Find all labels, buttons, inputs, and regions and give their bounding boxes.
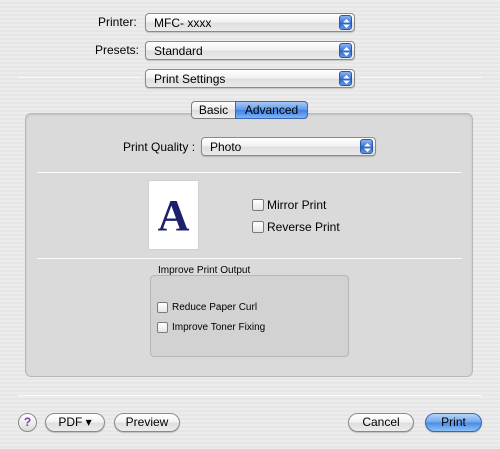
print-quality-label: Print Quality : — [123, 140, 196, 154]
reduce-paper-curl-checkbox[interactable] — [157, 302, 168, 313]
mirror-print-label: Mirror Print — [267, 198, 327, 212]
preview-button[interactable]: Preview — [114, 413, 180, 432]
presets-popup[interactable]: Standard — [145, 41, 355, 60]
question-mark-icon[interactable]: ? — [18, 413, 37, 432]
up-down-arrows-icon — [339, 71, 352, 86]
presets-value: Standard — [154, 44, 203, 58]
tab-advanced[interactable]: Advanced — [235, 101, 308, 119]
improve-print-output-group — [150, 275, 349, 357]
mirror-print-checkbox[interactable] — [252, 199, 264, 211]
improve-toner-fixing-checkbox[interactable] — [157, 322, 168, 333]
reverse-print-label: Reverse Print — [267, 220, 340, 234]
print-quality-popup[interactable]: Photo — [201, 137, 376, 156]
printer-label: Printer: — [98, 15, 137, 29]
print-button[interactable]: Print — [425, 413, 482, 432]
printer-popup[interactable]: MFC- xxxx — [145, 13, 355, 32]
reverse-print-checkbox[interactable] — [252, 221, 264, 233]
footer-divider — [18, 395, 482, 396]
print-quality-value: Photo — [210, 140, 242, 154]
separator-line — [360, 77, 482, 78]
print-settings-value: Print Settings — [154, 72, 226, 86]
printer-value: MFC- xxxx — [154, 16, 212, 30]
cancel-button[interactable]: Cancel — [348, 413, 414, 432]
separator-line — [18, 77, 140, 78]
panel-divider — [37, 172, 462, 173]
up-down-arrows-icon — [339, 15, 352, 30]
up-down-arrows-icon — [339, 43, 352, 58]
print-settings-popup[interactable]: Print Settings — [145, 69, 355, 88]
panel-divider — [37, 258, 462, 259]
print-preview-image: A — [148, 180, 199, 250]
tab-basic[interactable]: Basic — [191, 101, 236, 119]
presets-label: Presets: — [95, 43, 140, 57]
up-down-arrows-icon — [360, 139, 373, 154]
improve-toner-fixing-label: Improve Toner Fixing — [172, 322, 266, 333]
pdf-button[interactable]: PDF ▾ — [45, 413, 105, 432]
reduce-paper-curl-label: Reduce Paper Curl — [172, 302, 258, 313]
preview-letter: A — [157, 191, 190, 240]
